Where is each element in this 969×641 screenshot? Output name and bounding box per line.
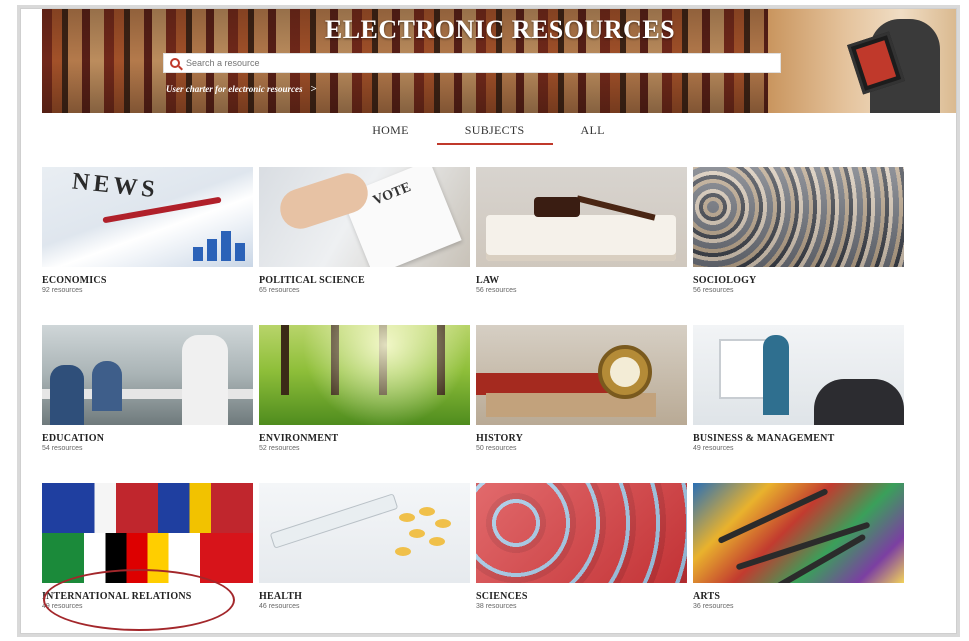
tab-subjects[interactable]: SUBJECTS xyxy=(436,121,553,145)
hero-banner: ELECTRONIC RESOURCES User charter for el… xyxy=(42,9,956,113)
environment-thumbnail[interactable] xyxy=(259,325,470,425)
pill-image xyxy=(409,529,425,538)
syringe-image xyxy=(269,493,399,549)
page-title: ELECTRONIC RESOURCES xyxy=(324,15,676,44)
subject-card-economics[interactable]: NEWS ECONOMICS 92 resources xyxy=(42,167,253,325)
subject-count: 56 resources xyxy=(693,287,734,294)
pill-image xyxy=(435,519,451,528)
sunlight-image xyxy=(259,325,470,425)
subject-title[interactable]: SCIENCES xyxy=(476,591,687,602)
main-nav: HOME SUBJECTS ALL xyxy=(21,121,956,145)
subject-count: 52 resources xyxy=(259,445,300,452)
arts-thumbnail[interactable] xyxy=(693,483,904,583)
subject-card-arts[interactable]: ARTS 36 resources xyxy=(693,483,904,633)
gavel-image xyxy=(534,197,580,217)
sciences-thumbnail[interactable] xyxy=(476,483,687,583)
pill-image xyxy=(399,513,415,522)
search-bar[interactable] xyxy=(163,53,781,73)
subjects-grid: NEWS ECONOMICS 92 resources POLITICAL SC… xyxy=(42,167,904,633)
subject-card-political-science[interactable]: POLITICAL SCIENCE 65 resources xyxy=(259,167,470,325)
user-charter-link[interactable]: User charter for electronic resources > xyxy=(166,83,317,95)
subject-title[interactable]: SOCIOLOGY xyxy=(693,275,904,286)
tab-home[interactable]: HOME xyxy=(344,121,437,145)
student-image xyxy=(50,365,84,425)
subject-card-law[interactable]: LAW 56 resources xyxy=(476,167,687,325)
subject-title[interactable]: ECONOMICS xyxy=(42,275,253,286)
sociology-thumbnail[interactable] xyxy=(693,167,904,267)
pill-image xyxy=(419,507,435,516)
subject-title[interactable]: LAW xyxy=(476,275,687,286)
teacher-image xyxy=(182,335,228,425)
subject-card-education[interactable]: EDUCATION 54 resources xyxy=(42,325,253,483)
international-relations-thumbnail[interactable] xyxy=(42,483,253,583)
subject-count: 49 resources xyxy=(693,445,734,452)
subject-card-environment[interactable]: ENVIRONMENT 52 resources xyxy=(259,325,470,483)
subject-count: 46 resources xyxy=(259,603,300,610)
economics-thumbnail[interactable]: NEWS xyxy=(42,167,253,267)
book-image xyxy=(486,215,676,261)
education-thumbnail[interactable] xyxy=(42,325,253,425)
subject-title[interactable]: EDUCATION xyxy=(42,433,253,444)
subject-card-business-management[interactable]: BUSINESS & MANAGEMENT 49 resources xyxy=(693,325,904,483)
paintbrush-image xyxy=(717,487,829,545)
bar-graphic xyxy=(193,231,245,261)
chevron-right-icon: > xyxy=(310,83,317,95)
pocket-watch-image xyxy=(598,345,652,399)
subject-title[interactable]: POLITICAL SCIENCE xyxy=(259,275,470,286)
subject-card-history[interactable]: HISTORY 50 resources xyxy=(476,325,687,483)
subject-title[interactable]: ARTS xyxy=(693,591,904,602)
pill-image xyxy=(395,547,411,556)
tab-all[interactable]: ALL xyxy=(553,121,633,145)
highlight-annotation-circle xyxy=(43,569,235,631)
subject-count: 54 resources xyxy=(42,445,83,452)
page-frame: ELECTRONIC RESOURCES User charter for el… xyxy=(20,8,957,634)
audience-image xyxy=(814,379,904,425)
subject-count: 38 resources xyxy=(476,603,517,610)
subject-card-sciences[interactable]: SCIENCES 38 resources xyxy=(476,483,687,633)
subject-count: 36 resources xyxy=(693,603,734,610)
subject-card-health[interactable]: HEALTH 46 resources xyxy=(259,483,470,633)
history-thumbnail[interactable] xyxy=(476,325,687,425)
health-thumbnail[interactable] xyxy=(259,483,470,583)
subject-count: 50 resources xyxy=(476,445,517,452)
subject-title[interactable]: HISTORY xyxy=(476,433,687,444)
search-icon[interactable] xyxy=(170,58,180,68)
political-science-thumbnail[interactable] xyxy=(259,167,470,267)
subject-title[interactable]: ENVIRONMENT xyxy=(259,433,470,444)
subject-title[interactable]: BUSINESS & MANAGEMENT xyxy=(693,433,904,444)
subject-title[interactable]: HEALTH xyxy=(259,591,470,602)
pill-image xyxy=(429,537,445,546)
presenter-image xyxy=(763,335,789,415)
subject-card-sociology[interactable]: SOCIOLOGY 56 resources xyxy=(693,167,904,325)
business-management-thumbnail[interactable] xyxy=(693,325,904,425)
subject-count: 56 resources xyxy=(476,287,517,294)
user-charter-label: User charter for electronic resources xyxy=(166,84,303,94)
student-image xyxy=(92,361,122,411)
law-thumbnail[interactable] xyxy=(476,167,687,267)
subject-count: 92 resources xyxy=(42,287,83,294)
search-input[interactable] xyxy=(186,58,780,68)
subject-count: 65 resources xyxy=(259,287,300,294)
newspaper-image: NEWS xyxy=(70,168,160,204)
